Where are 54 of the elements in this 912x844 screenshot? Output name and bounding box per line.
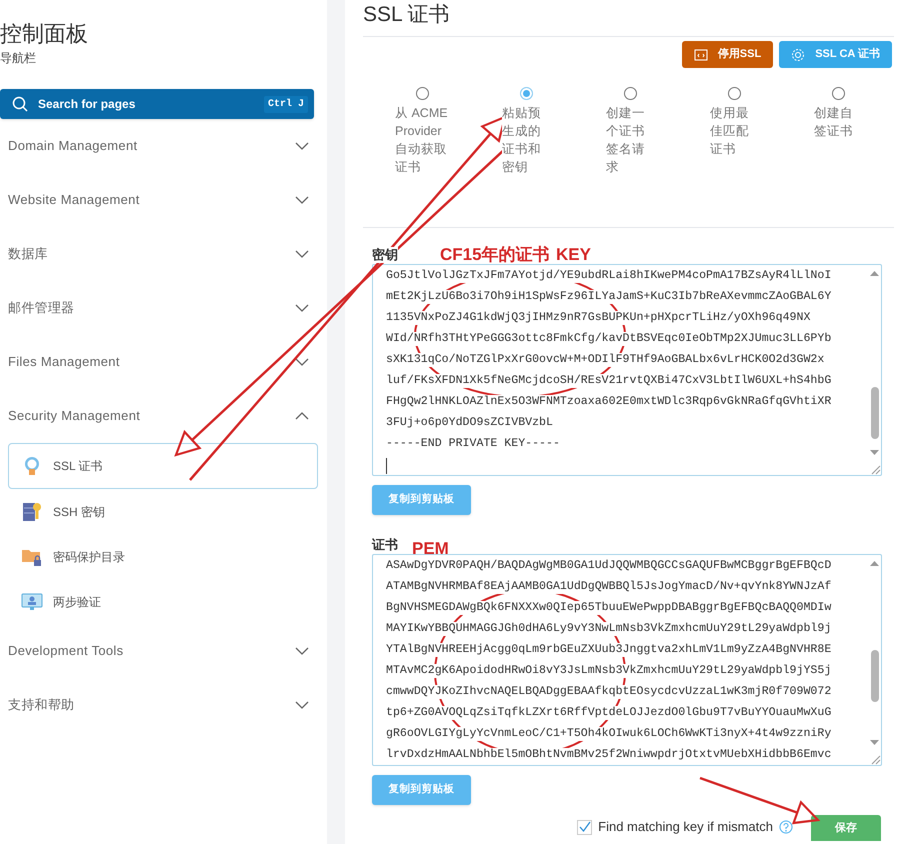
monitor-user-icon: [21, 590, 43, 612]
gear-icon: [791, 48, 806, 62]
radio-button[interactable]: [520, 87, 532, 100]
annotation-label: PEM: [412, 538, 449, 560]
chevron-down-icon: [295, 701, 309, 709]
nav-item[interactable]: 密码保护目录: [8, 534, 318, 579]
resize-handle-icon: [869, 753, 881, 765]
action-button[interactable]: 停用SSL: [682, 41, 774, 68]
nav-section[interactable]: Security Management: [0, 389, 327, 443]
radio-button[interactable]: [832, 87, 844, 100]
chevron-down-icon: [295, 647, 309, 655]
checkbox-label: Find matching key if mismatch: [598, 819, 773, 835]
radio-button[interactable]: [624, 87, 636, 100]
nav-section[interactable]: Files Management: [0, 335, 327, 389]
resize-handle-icon: [869, 463, 881, 475]
check-icon: [578, 821, 591, 833]
chevron-down-icon: [295, 250, 309, 258]
page-title: SSL 证书: [363, 2, 450, 28]
checkbox[interactable]: [577, 820, 592, 834]
search-icon: [12, 96, 28, 112]
nav-section[interactable]: Website Management: [0, 173, 327, 227]
radio-button[interactable]: [728, 87, 740, 100]
radio-button[interactable]: [416, 87, 428, 100]
help-icon: [779, 820, 793, 834]
scroll-down-icon: [869, 739, 880, 747]
field-label: 密钥: [372, 247, 398, 263]
sidebar-subtitle: 导航栏: [0, 50, 36, 66]
search-field[interactable]: Search for pages Ctrl J: [0, 89, 314, 119]
server-key-icon: [21, 500, 43, 522]
chevron-down-icon: [295, 358, 309, 366]
nav-section[interactable]: Domain Management: [0, 119, 327, 173]
nav-item[interactable]: SSH 密钥: [8, 489, 318, 534]
nav-section[interactable]: Development Tools: [0, 624, 327, 678]
scroll-down-icon: [869, 449, 880, 457]
field-label: 证书: [372, 537, 398, 553]
nav-item[interactable]: 两步验证: [8, 579, 318, 624]
scroll-up-icon: [869, 559, 880, 567]
scrollbar-thumb[interactable]: [871, 387, 879, 439]
nav-section[interactable]: 数据库: [0, 227, 327, 281]
shortcut-badge: Ctrl J: [264, 96, 308, 112]
scroll-up-icon: [869, 269, 880, 277]
chevron-down-icon: [295, 304, 309, 312]
sidebar-title: 控制面板: [0, 20, 88, 48]
annotation-label: CF15年的证书: [440, 244, 550, 266]
chevron-up-icon: [295, 412, 309, 420]
code-window-icon: [694, 48, 708, 62]
text-cursor: [386, 458, 387, 474]
nav-section[interactable]: 邮件管理器: [0, 281, 327, 335]
annotation-label: KEY: [556, 244, 591, 266]
scrollbar-thumb[interactable]: [871, 650, 879, 702]
nav-section[interactable]: 支持和帮助: [0, 678, 327, 732]
chevron-down-icon: [295, 142, 309, 150]
nav-item[interactable]: SSL 证书: [8, 443, 318, 489]
chevron-down-icon: [295, 196, 309, 204]
